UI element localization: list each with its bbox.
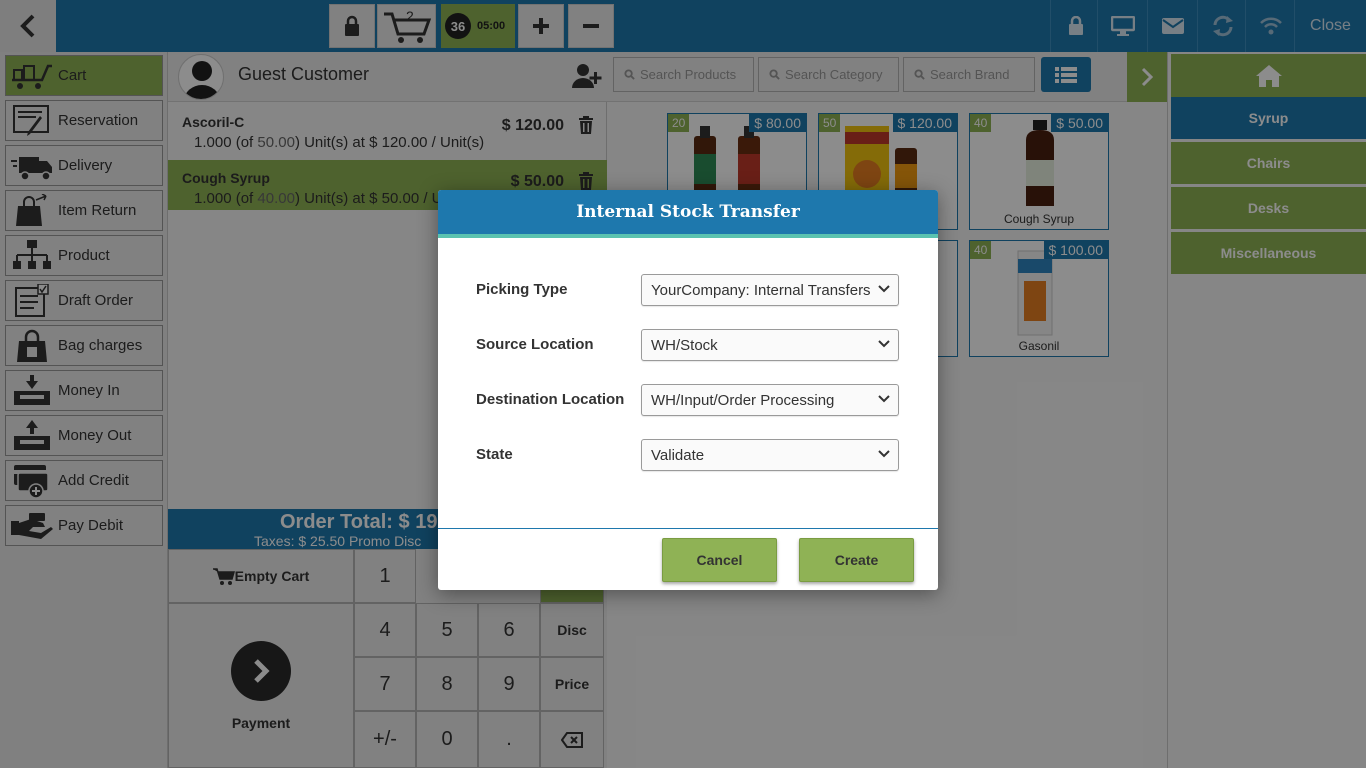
state-select[interactable]: Validate [641, 439, 899, 471]
stock-transfer-dialog: Internal Stock Transfer Picking Type You… [438, 190, 938, 590]
source-location-select[interactable]: WH/Stock [641, 329, 899, 361]
picking-type-select[interactable]: YourCompany: Internal Transfers [641, 274, 899, 306]
dialog-header: Internal Stock Transfer [438, 190, 938, 238]
picking-type-label: Picking Type [476, 281, 568, 298]
create-button[interactable]: Create [799, 538, 914, 582]
state-label: State [476, 446, 513, 463]
dialog-title: Internal Stock Transfer [576, 202, 800, 222]
chevron-down-icon [878, 340, 890, 348]
source-location-value: WH/Stock [651, 336, 718, 354]
source-location-label: Source Location [476, 336, 594, 353]
destination-location-value: WH/Input/Order Processing [651, 391, 835, 409]
chevron-down-icon [878, 450, 890, 458]
picking-type-value: YourCompany: Internal Transfers [651, 281, 871, 299]
destination-location-label: Destination Location [476, 391, 625, 408]
destination-location-select[interactable]: WH/Input/Order Processing [641, 384, 899, 416]
state-value: Validate [651, 446, 705, 464]
chevron-down-icon [878, 395, 890, 403]
cancel-button[interactable]: Cancel [662, 538, 777, 582]
dialog-footer-divider [438, 528, 938, 529]
chevron-down-icon [878, 285, 890, 293]
